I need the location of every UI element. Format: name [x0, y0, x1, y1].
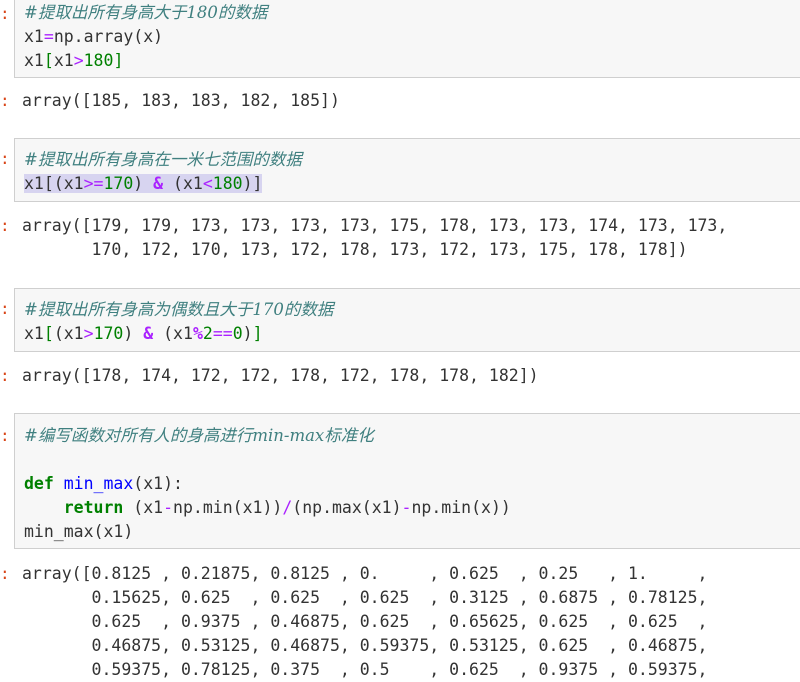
cell-4-output: array([0.8125 , 0.21875, 0.8125 , 0. , 0… — [22, 562, 800, 682]
output-line: array([185, 183, 183, 182, 185]) — [22, 91, 340, 110]
cell-3-input[interactable]: #提取出所有身高为偶数且大于170的数据 x1[(x1>170) & (x1%2… — [14, 288, 800, 352]
output-line: array([178, 174, 172, 172, 178, 172, 178… — [22, 366, 539, 385]
cell-1-code-line-1: x1=np.array(x) — [24, 27, 164, 46]
cell-1-input[interactable]: #提取出所有身高大于180的数据 x1=np.array(x) x1[x1>18… — [14, 0, 800, 78]
cell-2-output-prompt: : — [0, 214, 6, 238]
cell-4-comment: #编写函数对所有人的身高进行min-max标准化 — [24, 426, 374, 445]
output-line: 0.59375, 0.78125, 0.375 , 0.5 , 0.625 , … — [22, 660, 708, 679]
cell-2-comment: #提取出所有身高在一米七范围的数据 — [24, 150, 302, 169]
cell-1-code-line-2: x1[x1>180] — [24, 51, 124, 70]
output-line: array([179, 179, 173, 173, 173, 173, 175… — [22, 216, 728, 235]
selected-code: x1[(x1>=170) & (x1<180)] — [24, 174, 263, 193]
cell-4-def-line: def min_max(x1): — [24, 474, 183, 493]
cell-4-blank-line — [24, 448, 800, 472]
cell-1-comment: #提取出所有身高大于180的数据 — [24, 3, 268, 22]
cell-2-input[interactable]: #提取出所有身高在一米七范围的数据 x1[(x1>=170) & (x1<180… — [14, 138, 800, 202]
cell-4-output-prompt: : — [0, 562, 6, 586]
cell-3-output: array([178, 174, 172, 172, 178, 172, 178… — [22, 364, 800, 388]
cell-3-prompt: : — [0, 297, 6, 321]
cell-4-return-line: return (x1-np.min(x1))/(np.max(x1)-np.mi… — [63, 498, 511, 517]
cell-3-comment: #提取出所有身高为偶数且大于170的数据 — [24, 300, 334, 319]
output-line: 170, 172, 170, 173, 172, 178, 173, 172, … — [22, 240, 688, 259]
cell-1-output-prompt: : — [0, 89, 6, 113]
cell-2-prompt: : — [0, 147, 6, 171]
cell-2-output: array([179, 179, 173, 173, 173, 173, 175… — [22, 214, 800, 262]
cell-2-code-line-1: x1[(x1>=170) & (x1<180)] — [24, 172, 800, 196]
cell-4-prompt: : — [0, 424, 6, 448]
output-line: 0.625 , 0.9375 , 0.46875, 0.625 , 0.6562… — [22, 612, 708, 631]
cell-1-prompt: : — [0, 2, 6, 26]
cell-4-input[interactable]: #编写函数对所有人的身高进行min-max标准化 def min_max(x1)… — [14, 413, 800, 549]
cell-4-call-line: min_max(x1) — [24, 522, 134, 541]
cell-3-code-line-1: x1[(x1>170) & (x1%2==0)] — [24, 324, 263, 343]
output-line: 0.15625, 0.625 , 0.625 , 0.625 , 0.3125 … — [22, 588, 708, 607]
cell-3-output-prompt: : — [0, 364, 6, 388]
output-line: array([0.8125 , 0.21875, 0.8125 , 0. , 0… — [22, 564, 708, 583]
cell-1-output: array([185, 183, 183, 182, 185]) — [22, 89, 800, 113]
output-line: 0.46875, 0.53125, 0.46875, 0.59375, 0.53… — [22, 636, 708, 655]
